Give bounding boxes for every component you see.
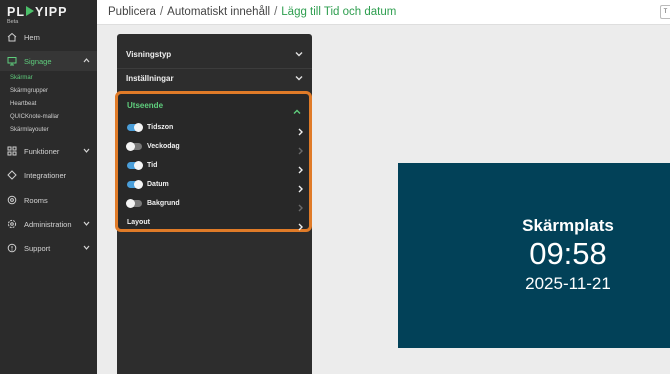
breadcrumb-separator: / — [274, 6, 278, 18]
nav-administration[interactable]: Administration — [0, 214, 97, 234]
chevron-down-icon — [295, 74, 303, 84]
sidebar: PL YIPP Beta Hem Signage Skärmar Skärmgru… — [0, 0, 97, 374]
screen-preview: Skärmplats 09:58 2025-11-21 — [398, 163, 670, 348]
subnav-quicknote[interactable]: QUICKnote-mallar — [10, 114, 59, 120]
top-bar: Publicera / Automatiskt innehåll / Lägg till… — [97, 0, 670, 25]
chevron-down-icon — [83, 147, 90, 156]
nav-home[interactable]: Hem — [0, 27, 97, 47]
subnav-skarmar[interactable]: Skärmar — [10, 75, 33, 81]
top-right-button[interactable]: T — [660, 5, 670, 19]
option-datum[interactable]: Datum — [127, 177, 304, 193]
nav-integrationer[interactable]: Integrationer — [0, 165, 97, 185]
breadcrumb-publicera[interactable]: Publicera — [108, 6, 156, 18]
option-tid[interactable]: Tid — [127, 158, 304, 174]
section-installningar[interactable]: Inställningar — [126, 69, 303, 87]
chevron-up-icon[interactable] — [293, 103, 301, 121]
subnav-skarmlayouter[interactable]: Skärmlayouter — [10, 127, 49, 133]
logo[interactable]: PL YIPP Beta — [7, 6, 67, 26]
nav-signage[interactable]: Signage — [0, 51, 97, 71]
chevron-up-icon — [83, 57, 90, 66]
play-icon — [25, 6, 34, 16]
toggle-veckodag[interactable] — [126, 141, 142, 151]
nav-funktioner[interactable]: Funktioner — [0, 141, 97, 161]
subnav-skarmgrupper[interactable]: Skärmgrupper — [10, 88, 48, 94]
option-bakgrund[interactable]: Bakgrund — [126, 196, 304, 212]
nav-support[interactable]: Support — [0, 238, 97, 258]
option-veckodag[interactable]: Veckodag — [126, 139, 304, 155]
chevron-down-icon — [83, 220, 90, 229]
option-tidszon[interactable]: Tidszon — [127, 120, 304, 136]
subnav-heartbeat[interactable]: Heartbeat — [10, 101, 36, 107]
home-icon — [7, 32, 17, 42]
monitor-icon — [7, 56, 17, 66]
toggle-bakgrund[interactable] — [126, 198, 142, 208]
breadcrumb: Publicera / Automatiskt innehåll / Lägg till… — [108, 6, 396, 18]
section-utseende: Utseende Tidszon Veckodag Tid Datum Bakg… — [115, 91, 312, 232]
toggle-tid[interactable] — [127, 160, 143, 170]
chevron-down-icon — [83, 244, 90, 253]
nav-rooms[interactable]: Rooms — [0, 190, 97, 210]
preview-title: Skärmplats — [522, 216, 614, 235]
toggle-tidszon[interactable] — [127, 122, 143, 132]
breadcrumb-current: Lägg till Tid och datum — [281, 6, 397, 18]
diamond-icon — [7, 170, 17, 180]
rooms-icon — [7, 195, 17, 205]
support-icon — [7, 243, 17, 253]
preview-date: 2025-11-21 — [525, 274, 611, 293]
grid-icon — [7, 146, 17, 156]
chevron-right-icon — [297, 218, 304, 236]
breadcrumb-automatiskt[interactable]: Automatiskt innehåll — [167, 6, 270, 18]
option-layout[interactable]: Layout — [127, 215, 304, 231]
section-utseende-title[interactable]: Utseende — [127, 101, 163, 110]
chevron-down-icon — [295, 50, 303, 60]
toggle-datum[interactable] — [127, 179, 143, 189]
preview-time: 09:58 — [529, 236, 607, 271]
gear-icon — [7, 219, 17, 229]
section-visningstyp[interactable]: Visningstyp — [126, 45, 303, 63]
beta-label: Beta — [7, 19, 19, 25]
breadcrumb-separator: / — [159, 6, 164, 18]
